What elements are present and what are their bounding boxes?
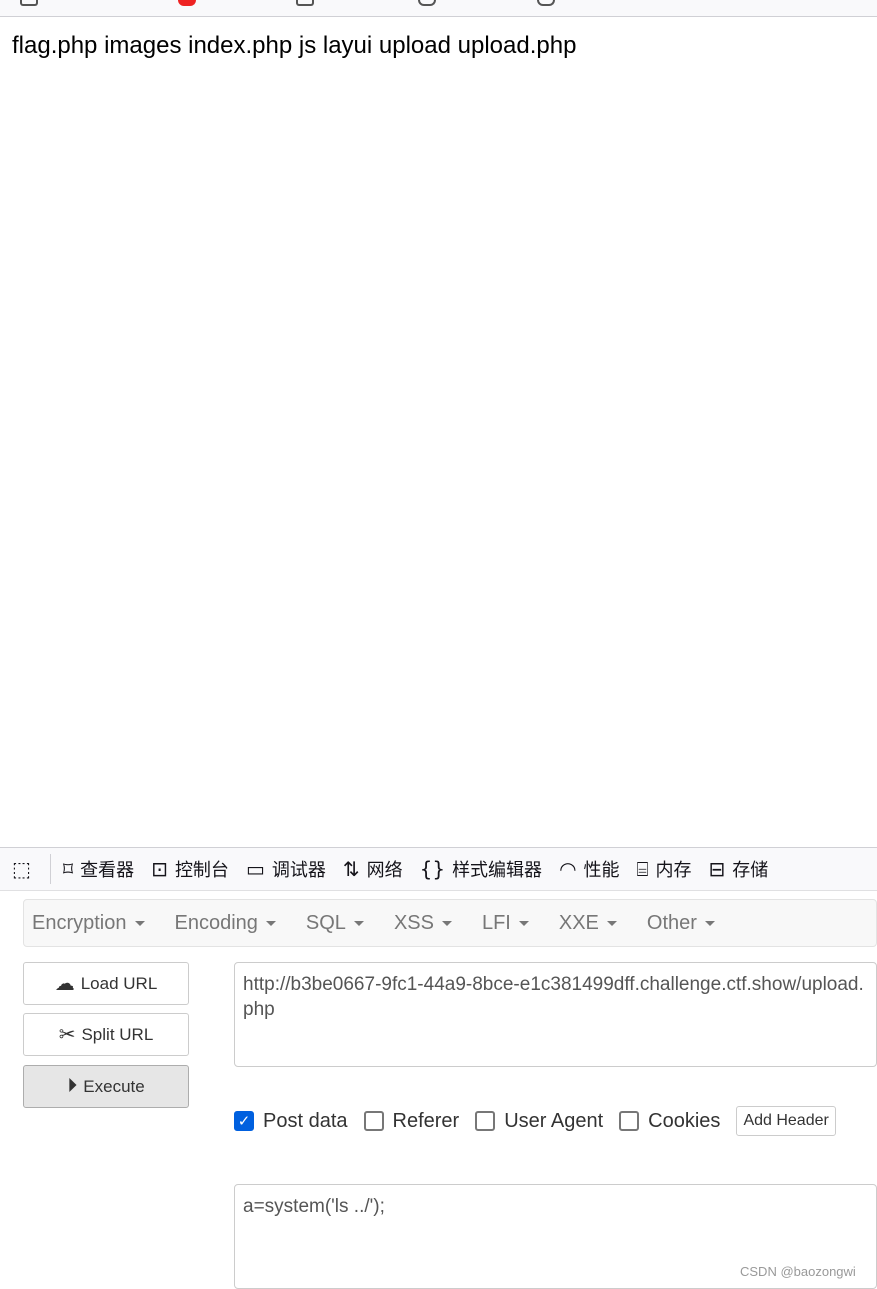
console-icon: ⊡: [151, 857, 168, 881]
network-icon: ⇅: [342, 857, 360, 881]
globe-icon[interactable]: [537, 0, 555, 6]
bookmark-icon[interactable]: [178, 0, 196, 6]
devtools-toolbar: ⬚ ⌑ 查看器 ⊡ 控制台 ▭ 调试器 ⇅ 网络 {} 样式编辑器 ◠ 性能 ⌸ 内存 ⊟ 存储: [0, 847, 877, 891]
tab-memory[interactable]: ⌸ 内存: [637, 856, 692, 882]
hackbar-menu: Encryption Encoding SQL XSS LFI XXE Othe…: [23, 899, 877, 947]
menu-xss[interactable]: XSS: [394, 912, 452, 935]
menu-xxe[interactable]: XXE: [559, 912, 617, 935]
menu-lfi[interactable]: LFI: [482, 912, 529, 935]
tab-inspector[interactable]: ⌑ 查看器: [63, 856, 134, 882]
options-row: ✓ Post data Referer User Agent Cookies Ad…: [234, 1106, 877, 1136]
menu-encoding[interactable]: Encoding: [175, 912, 276, 935]
tab-style-editor[interactable]: {} 样式编辑器: [420, 856, 542, 882]
load-url-button[interactable]: ☁ Load URL: [23, 962, 189, 1005]
bookmark-icon[interactable]: [296, 0, 314, 6]
bookmark-icon[interactable]: [20, 0, 38, 6]
referer-checkbox[interactable]: Referer: [363, 1110, 459, 1133]
checkbox-box: [475, 1111, 496, 1131]
storage-icon: ⊟: [708, 857, 726, 881]
page-output: flag.php images index.php js layui uploa…: [12, 32, 577, 59]
style-editor-icon: {}: [419, 857, 446, 881]
tab-network[interactable]: ⇅ 网络: [343, 856, 403, 882]
inspector-icon: ⌑: [62, 857, 74, 881]
pick-element-icon: ⬚: [12, 857, 31, 881]
menu-sql[interactable]: SQL: [306, 912, 364, 935]
cookies-checkbox[interactable]: Cookies: [619, 1110, 720, 1133]
scissors-icon: ✂: [58, 1024, 76, 1046]
debugger-icon: ▭: [245, 857, 265, 881]
split-url-button[interactable]: ✂ Split URL: [23, 1013, 189, 1056]
memory-icon: ⌸: [636, 857, 649, 881]
tab-storage[interactable]: ⊟ 存储: [709, 856, 769, 882]
checkbox-box: [619, 1111, 640, 1131]
add-header-button[interactable]: Add Header: [736, 1106, 836, 1136]
divider: [49, 854, 51, 884]
user-agent-checkbox[interactable]: User Agent: [475, 1110, 603, 1133]
watermark: CSDN @baozongwi: [740, 1264, 856, 1279]
tab-console[interactable]: ⊡ 控制台: [151, 856, 229, 882]
menu-other[interactable]: Other: [647, 912, 715, 935]
tab-debugger[interactable]: ▭ 调试器: [246, 856, 326, 882]
url-textarea[interactable]: http://b3be0667-9fc1-44a9-8bce-e1c381499…: [234, 962, 877, 1067]
execute-button[interactable]: ⏵ Execute: [23, 1065, 189, 1108]
performance-icon: ◠: [559, 857, 577, 881]
globe-icon[interactable]: [418, 0, 436, 6]
tab-performance[interactable]: ◠ 性能: [559, 856, 619, 882]
menu-encryption[interactable]: Encryption: [32, 912, 145, 935]
play-icon: ⏵: [67, 1075, 78, 1097]
pick-element-button[interactable]: ⬚: [12, 857, 38, 881]
bookmarks-bar: [0, 0, 877, 17]
cloud-download-icon: ☁: [54, 973, 75, 995]
checkbox-box: [363, 1111, 384, 1131]
checkmark-icon: ✓: [234, 1111, 254, 1131]
post-data-checkbox[interactable]: ✓ Post data: [234, 1110, 348, 1133]
